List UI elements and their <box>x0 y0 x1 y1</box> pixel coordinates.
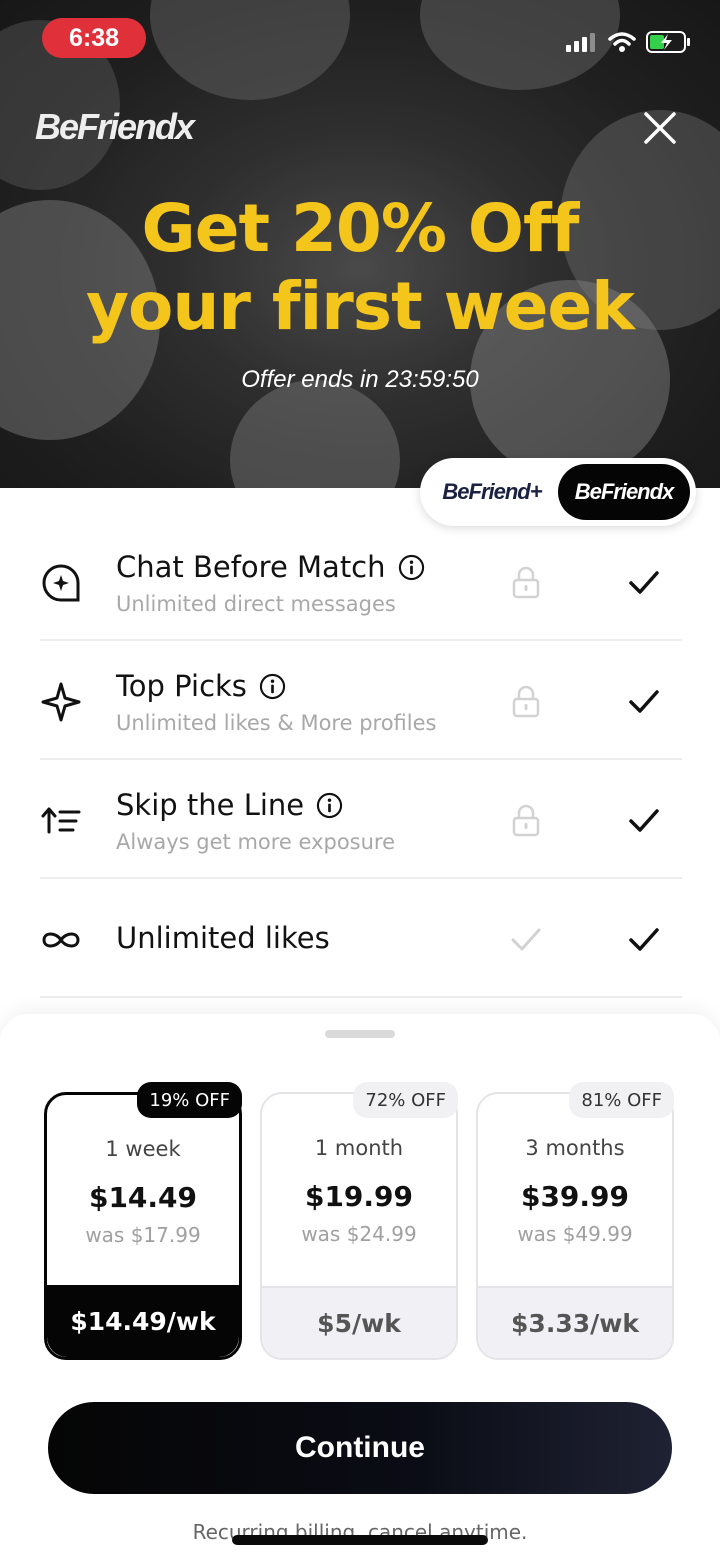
priority-list-icon <box>41 807 81 834</box>
tier-toggle: BeFriend+ BeFriendx <box>420 458 696 526</box>
home-indicator[interactable] <box>232 1535 488 1545</box>
status-icons <box>566 30 692 54</box>
infinity-icon <box>42 932 80 948</box>
wifi-icon <box>608 32 636 52</box>
tier-option-plus[interactable]: BeFriend+ <box>426 464 558 520</box>
plan-price: $19.99 <box>304 1180 414 1213</box>
plan-per-week: $14.49/wk <box>47 1285 239 1357</box>
info-icon[interactable] <box>316 792 343 819</box>
feature-subtitle: Unlimited direct messages <box>116 592 396 616</box>
feature-title-text: Chat Before Match <box>116 550 386 584</box>
plan-name: 1 week <box>105 1137 181 1161</box>
feature-title-text: Unlimited likes <box>116 921 330 955</box>
plan-card-1-month[interactable]: 1 month $19.99 was $24.99 $5/wk 72% OFF <box>260 1082 458 1360</box>
info-icon[interactable] <box>398 554 425 581</box>
plan-name: 1 month <box>314 1136 404 1160</box>
signal-icon <box>566 33 595 52</box>
feature-comparison-list: Chat Before Match Unlimited direct messa… <box>40 522 682 998</box>
feature-title-text: Skip the Line <box>116 788 305 822</box>
feature-row-unlimited-likes: Unlimited likes <box>40 879 682 998</box>
offer-countdown: Offer ends in 23:59:50 <box>241 366 479 393</box>
info-icon[interactable] <box>259 673 286 700</box>
sparkle-icon <box>41 682 81 722</box>
plan-options: 1 week $14.49 was $17.99 $14.49/wk 19% O… <box>44 1082 676 1360</box>
lock-icon <box>512 685 540 718</box>
plan-card-3-months[interactable]: 3 months $39.99 was $49.99 $3.33/wk 81% … <box>476 1082 674 1360</box>
promo-headline: Get 20% Off your first week <box>0 190 720 346</box>
plan-was-price: was $17.99 <box>85 1223 201 1247</box>
feature-title: Unlimited likes <box>116 921 330 955</box>
feature-row-top-picks: Top Picks Unlimited likes & More profile… <box>40 641 682 760</box>
plan-name: 3 months <box>525 1136 625 1160</box>
plan-per-week: $3.33/wk <box>478 1286 672 1358</box>
check-icon <box>629 809 659 832</box>
purchase-sheet: 1 week $14.49 was $17.99 $14.49/wk 19% O… <box>0 1014 720 1560</box>
plan-card-1-week[interactable]: 1 week $14.49 was $17.99 $14.49/wk 19% O… <box>44 1082 242 1360</box>
headline-line1: Get 20% Off <box>141 190 580 267</box>
plan-was-price: was $24.99 <box>301 1222 417 1246</box>
discount-badge: 81% OFF <box>569 1082 674 1118</box>
headline-line2: your first week <box>86 268 635 345</box>
check-icon <box>629 571 659 594</box>
check-icon <box>511 928 541 951</box>
feature-subtitle: Always get more exposure <box>116 830 396 854</box>
feature-subtitle: Unlimited likes & More profiles <box>116 711 437 735</box>
plan-was-price: was $49.99 <box>517 1222 633 1246</box>
feature-row-skip-the-line: Skip the Line Always get more exposure <box>40 760 682 879</box>
continue-button[interactable]: Continue <box>48 1402 672 1494</box>
check-icon <box>629 928 659 951</box>
lock-icon <box>512 804 540 837</box>
plan-per-week: $5/wk <box>262 1286 456 1358</box>
battery-charging-icon <box>646 31 690 53</box>
discount-badge: 19% OFF <box>137 1082 242 1118</box>
discount-badge: 72% OFF <box>353 1082 458 1118</box>
feature-title: Chat Before Match <box>116 550 425 584</box>
check-icon <box>629 690 659 713</box>
plan-card-body: 1 month $19.99 was $24.99 $5/wk <box>262 1094 456 1358</box>
feature-title: Skip the Line <box>116 788 343 822</box>
feature-title-text: Top Picks <box>116 669 247 703</box>
plan-price: $39.99 <box>520 1180 630 1213</box>
plan-card-body: 3 months $39.99 was $49.99 $3.33/wk <box>478 1094 672 1358</box>
feature-row-chat-before-match: Chat Before Match Unlimited direct messa… <box>40 522 682 641</box>
status-time: 6:38 <box>42 18 146 58</box>
app-logo: BeFriendx <box>35 106 195 147</box>
sheet-grabber[interactable] <box>325 1030 395 1038</box>
close-icon[interactable] <box>640 108 680 148</box>
chat-sparkle-icon <box>42 564 80 602</box>
feature-title: Top Picks <box>116 669 286 703</box>
plan-price: $14.49 <box>88 1181 198 1214</box>
tier-option-x[interactable]: BeFriendx <box>558 464 690 520</box>
hero-banner: 6:38 BeFriendx Get 20% Off your first we… <box>0 0 720 488</box>
plan-card-body: 1 week $14.49 was $17.99 $14.49/wk <box>47 1095 239 1357</box>
lock-icon <box>512 566 540 599</box>
